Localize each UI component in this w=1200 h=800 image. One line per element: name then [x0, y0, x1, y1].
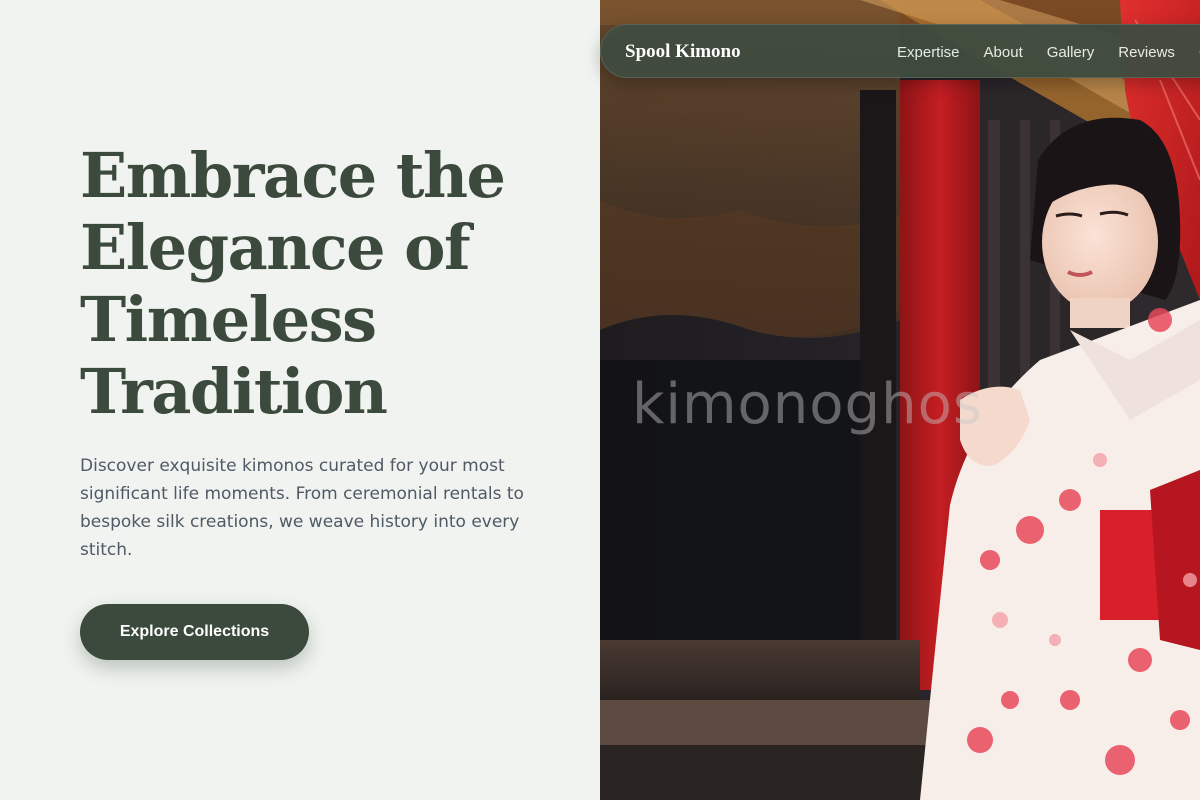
hero-title-line: Embrace the: [80, 139, 506, 212]
photo-watermark: kimonoghos: [632, 372, 984, 437]
nav-item-reviews[interactable]: Reviews: [1118, 44, 1175, 61]
nav-item-expertise[interactable]: Expertise: [897, 44, 960, 61]
brand-logo[interactable]: Spool Kimono: [625, 25, 741, 79]
nav-item-about[interactable]: About: [984, 44, 1023, 61]
hero-left-panel: Embrace the Elegance of Timeless Traditi…: [0, 0, 600, 800]
nav-item-gallery[interactable]: Gallery: [1047, 44, 1095, 61]
hero-title-line: Timeless: [80, 283, 377, 356]
navbar: Spool Kimono Expertise About Gallery Rev…: [600, 24, 1200, 78]
hero-title: Embrace the Elegance of Timeless Traditi…: [80, 140, 580, 428]
nav-links: Expertise About Gallery Reviews C: [897, 25, 1200, 79]
hero-title-line: Elegance of: [80, 211, 471, 284]
explore-collections-button[interactable]: Explore Collections: [80, 604, 309, 660]
hero-description: Discover exquisite kimonos curated for y…: [80, 456, 524, 560]
hero-title-line: Tradition: [80, 355, 388, 428]
